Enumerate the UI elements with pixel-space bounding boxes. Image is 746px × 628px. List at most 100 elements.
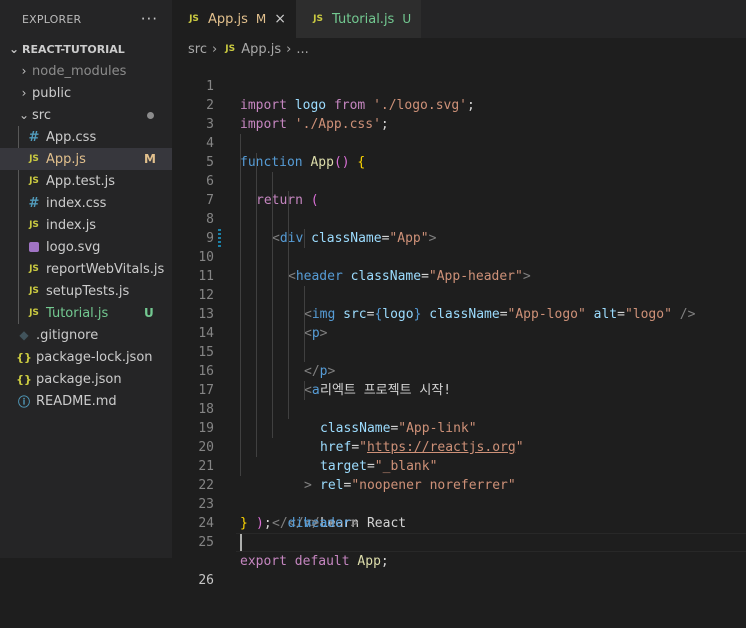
breadcrumb-folder[interactable]: src — [188, 42, 207, 57]
chevron-right-icon: › — [211, 41, 218, 57]
info-icon: ⓘ — [17, 394, 30, 409]
tree-item-app-js[interactable]: JS App.js M — [0, 148, 172, 170]
indent-guide — [240, 248, 241, 267]
js-file-icon: JS — [29, 176, 39, 186]
indent-guide — [240, 419, 241, 438]
tree-item-package-json[interactable]: {} package.json — [0, 368, 172, 390]
js-file-icon: JS — [29, 154, 39, 164]
indent-guide — [240, 210, 241, 229]
close-icon[interactable]: × — [274, 11, 286, 27]
tab-app-js[interactable]: JS App.js M × — [172, 0, 297, 38]
code-line: 7 <header className="App-header"> — [172, 172, 746, 284]
indent-guide — [256, 400, 257, 419]
code-editor[interactable]: 1 import logo from './logo.svg'; 2 impor… — [172, 58, 746, 588]
tree-item-index-js[interactable]: JS index.js — [0, 214, 172, 236]
indent-guide — [304, 343, 305, 362]
json-file-icon: {} — [16, 350, 32, 364]
tree-item-report-web-vitals[interactable]: JS reportWebVitals.js — [0, 258, 172, 280]
indent-guide — [304, 305, 305, 324]
tab-tutorial-js[interactable]: JS Tutorial.js U — [296, 0, 422, 38]
tree-item-tutorial-js[interactable]: JS Tutorial.js U — [0, 302, 172, 324]
code-line: 8 <img src={logo} className="App-logo" a… — [172, 191, 746, 322]
code-line: 5 return ( — [172, 134, 746, 208]
code-line: 22 ); — [172, 457, 746, 531]
code-line-current: 26 — [172, 533, 746, 588]
indent-guide — [256, 191, 257, 210]
code-line: 10 리엑트 프로젝트 시작! — [172, 229, 746, 398]
code-line: 20 </header> — [172, 419, 746, 531]
tree-item-app-test-js[interactable]: JS App.test.js — [0, 170, 172, 192]
tree-item-label: src — [32, 107, 51, 123]
tree-item-label: node_modules — [32, 63, 127, 79]
indent-guide — [272, 286, 273, 305]
tree-item-label: index.js — [46, 217, 97, 233]
tree-item-gitignore[interactable]: ◆ .gitignore — [0, 324, 172, 346]
tree-item-index-css[interactable]: # index.css — [0, 192, 172, 214]
tab-label: App.js — [208, 11, 248, 27]
tree-item-setup-tests[interactable]: JS setupTests.js — [0, 280, 172, 302]
js-file-icon: JS — [29, 308, 39, 318]
indent-guide — [304, 229, 305, 248]
tree-item-src[interactable]: ⌄ src — [0, 104, 172, 126]
tree-item-app-css[interactable]: # App.css — [0, 126, 172, 148]
indent-guide — [256, 343, 257, 362]
indent-guide — [272, 229, 273, 248]
code-line: 15 target="_blank" — [172, 324, 746, 474]
text-cursor — [240, 534, 242, 551]
editor-area: JS App.js M × JS Tutorial.js U src › JS … — [172, 0, 746, 588]
indent-guide — [272, 381, 273, 400]
tree-item-public[interactable]: › public — [0, 82, 172, 104]
tree-item-node-modules[interactable]: › node_modules — [0, 60, 172, 82]
code-line: 11 </p> — [172, 248, 746, 379]
ellipsis-icon[interactable]: ··· — [141, 10, 158, 28]
indent-guide — [240, 381, 241, 400]
indent-guide — [256, 362, 257, 381]
indent-guide — [240, 153, 241, 172]
svg-file-icon — [29, 242, 39, 252]
js-file-icon: JS — [29, 220, 39, 230]
js-file-icon: JS — [313, 14, 323, 24]
indent-guide — [256, 267, 257, 286]
code-line: 16 rel="noopener noreferrer" — [172, 343, 746, 493]
indent-guide — [240, 172, 241, 191]
indent-guide — [240, 305, 241, 324]
indent-guide — [256, 248, 257, 267]
indent-guide — [288, 362, 289, 381]
tree-item-package-lock[interactable]: {} package-lock.json — [0, 346, 172, 368]
js-file-icon: JS — [189, 14, 199, 24]
indent-guide — [256, 324, 257, 343]
tree-item-logo-svg[interactable]: logo.svg — [0, 236, 172, 258]
code-line: 9 <p> — [172, 210, 746, 341]
tree-item-readme[interactable]: ⓘ README.md — [0, 390, 172, 412]
indent-guide — [240, 438, 241, 457]
code-line: 3 — [172, 96, 746, 132]
indent-guide — [240, 134, 241, 153]
indent-guide — [304, 381, 305, 400]
chevron-down-icon: ⌄ — [8, 42, 20, 56]
tree-item-label: README.md — [36, 393, 117, 409]
indent-guide — [240, 362, 241, 381]
chevron-right-icon: › — [286, 41, 292, 57]
code-line: 4 function App() { — [172, 115, 746, 170]
project-folder-header[interactable]: ⌄ REACT-TUTORIAL — [0, 38, 172, 60]
explorer-header: EXPLORER ··· — [0, 0, 172, 38]
css-file-icon: # — [28, 129, 40, 145]
git-file-icon: ◆ — [19, 328, 29, 342]
indent-guide — [288, 191, 289, 210]
git-status-badge: M — [255, 12, 267, 26]
chevron-right-icon: › — [21, 64, 27, 78]
indent-guide — [288, 248, 289, 267]
indent-guide — [240, 191, 241, 210]
chevron-down-icon: ⌄ — [18, 108, 30, 122]
indent-guide — [240, 286, 241, 305]
modified-dot-icon — [147, 111, 154, 119]
breadcrumb-symbol[interactable]: ... — [296, 42, 308, 57]
indent-guide — [288, 286, 289, 305]
code-line: 6 <div className="App"> — [172, 153, 746, 246]
indent-guide — [288, 343, 289, 362]
line-number: 26 — [198, 573, 214, 588]
indent-guide — [272, 324, 273, 343]
indent-guide — [288, 324, 289, 343]
breadcrumb-file[interactable]: App.js — [241, 42, 281, 57]
indent-guide — [256, 305, 257, 324]
